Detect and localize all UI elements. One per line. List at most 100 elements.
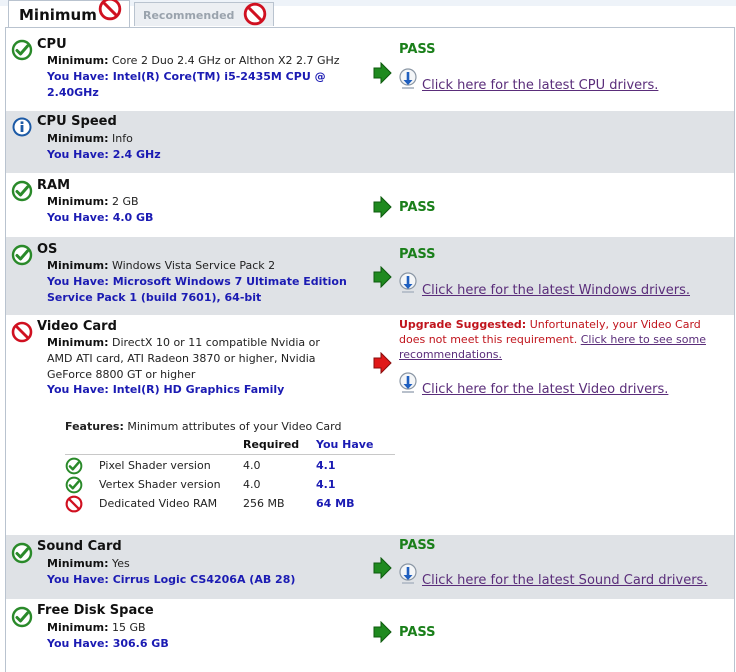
video-drivers-link[interactable]: Click here for the latest Video drivers. [422,382,668,397]
tab-recommended[interactable]: Recommended [134,2,274,26]
cpu-pass-status: PASS [399,42,436,57]
disk-minimum-value: 15 GB [111,621,146,634]
check-circle-icon [11,244,33,266]
feature-row: Dedicated Video RAM 256 MB 64 MB [65,495,395,514]
cpu-speed-minimum: Minimum: Info [47,131,133,147]
ram-title: RAM [37,178,71,193]
feature-required: 4.0 [243,459,261,472]
feature-have: 4.1 [316,478,336,491]
os-minimum-value: Windows Vista Service Pack 2 [111,259,276,272]
cpu-speed-have-value: 2.4 GHz [112,148,161,161]
disk-pass-status: PASS [399,625,436,640]
cpu-speed-row: CPU Speed Minimum: Info You Have: 2.4 GH… [6,111,734,173]
upgrade-suggested-label: Upgrade Suggested: [399,318,527,331]
video-minimum-cont-1: AMD ATI card, ATI Radeon 3870 or higher,… [47,352,316,365]
no-entry-icon [65,495,83,513]
recommendations-link-cont[interactable]: recommendations. [399,348,502,361]
cpu-have-cont: 2.40GHz [47,86,99,99]
check-circle-icon [65,457,83,475]
minimum-label: Minimum: [47,557,109,570]
ram-you-have: You Have: 4.0 GB [47,210,153,226]
ram-minimum-value: 2 GB [111,195,139,208]
upgrade-text-1: Unfortunately, your Video Card [529,318,701,331]
feature-have: 4.1 [316,459,336,472]
table-divider [65,454,395,455]
feature-have: 64 MB [316,497,355,510]
cpu-have-value: Intel(R) Core(TM) i5-2435M CPU @ [112,70,326,83]
feature-name: Pixel Shader version [99,459,211,472]
no-entry-icon [98,0,122,21]
you-have-label: You Have: [47,637,109,650]
cpu-speed-minimum-value: Info [111,132,133,145]
cpu-row: CPU Minimum: Core 2 Duo 2.4 GHz or Altho… [6,36,734,106]
disk-title: Free Disk Space [37,603,154,618]
check-circle-icon [65,476,83,494]
disk-you-have: You Have: 306.6 GB [47,636,169,652]
cpu-speed-title: CPU Speed [37,114,117,129]
green-arrow-icon [372,621,392,643]
feature-name: Dedicated Video RAM [99,497,218,510]
os-title: OS [37,242,58,257]
video-minimum: Minimum: DirectX 10 or 11 compatible Nvi… [47,335,320,351]
check-circle-icon [11,606,33,628]
minimum-label: Minimum: [47,132,109,145]
sound-minimum-value: Yes [111,557,130,570]
tab-bar: Minimum Recommended [0,0,736,28]
download-icon[interactable] [399,68,419,92]
minimum-label: Minimum: [47,259,109,272]
green-arrow-icon [372,557,392,579]
tab-minimum[interactable]: Minimum [8,0,130,28]
os-drivers-link[interactable]: Click here for the latest Windows driver… [422,283,690,298]
feature-row: Pixel Shader version 4.0 4.1 [65,457,395,476]
check-circle-icon [11,180,33,202]
ram-row: RAM Minimum: 2 GB You Have: 4.0 GB PASS [6,174,734,234]
feature-required: 4.0 [243,478,261,491]
you-have-label: You Have: [47,70,109,83]
video-have-value: Intel(R) HD Graphics Family [112,383,285,396]
video-title: Video Card [37,319,117,334]
os-have-value: Microsoft Windows 7 Ultimate Edition [112,275,347,288]
cpu-minimum-value: Core 2 Duo 2.4 GHz or Althon X2 2.7 GHz [111,54,340,67]
green-arrow-icon [372,62,392,84]
feature-required: 256 MB [243,497,285,510]
you-have-label: You Have: [47,275,109,288]
cpu-drivers-link[interactable]: Click here for the latest CPU drivers. [422,78,658,93]
tab-minimum-label: Minimum [19,6,97,24]
os-row: OS Minimum: Windows Vista Service Pack 2… [6,237,734,315]
red-arrow-icon [372,352,392,374]
os-you-have: You Have: Microsoft Windows 7 Ultimate E… [47,274,347,290]
feature-name: Vertex Shader version [99,478,221,491]
green-arrow-icon [372,266,392,288]
video-minimum-cont-2: GeForce 8800 GT or higher [47,368,196,381]
col-you-have: You Have [316,438,374,451]
video-minimum-value: DirectX 10 or 11 compatible Nvidia or [111,336,320,349]
video-you-have: You Have: Intel(R) HD Graphics Family [47,382,284,398]
no-entry-icon [11,321,33,343]
features-label: Features: [65,420,124,433]
sound-title: Sound Card [37,539,122,554]
cpu-minimum: Minimum: Core 2 Duo 2.4 GHz or Althon X2… [47,53,340,69]
sound-you-have: You Have: Cirrus Logic CS4206A (AB 28) [47,572,295,588]
info-icon [11,116,33,138]
you-have-label: You Have: [47,573,109,586]
disk-minimum: Minimum: 15 GB [47,620,146,636]
recommendations-link[interactable]: Click here to see some [581,333,706,346]
download-icon[interactable] [399,272,419,296]
download-icon[interactable] [399,372,419,396]
check-circle-icon [11,542,33,564]
cpu-you-have: You Have: Intel(R) Core(TM) i5-2435M CPU… [47,69,326,85]
video-features: Features: Minimum attributes of your Vid… [65,420,395,433]
minimum-label: Minimum: [47,195,109,208]
minimum-label: Minimum: [47,54,109,67]
download-icon[interactable] [399,563,419,587]
sound-drivers-link[interactable]: Click here for the latest Sound Card dri… [422,573,707,588]
ram-minimum: Minimum: 2 GB [47,194,139,210]
col-required: Required [243,438,300,451]
os-minimum: Minimum: Windows Vista Service Pack 2 [47,258,275,274]
os-have-cont: Service Pack 1 (build 7601), 64-bit [47,291,262,304]
disk-have-value: 306.6 GB [112,637,169,650]
upgrade-text-2: does not meet this requirement. [399,333,578,346]
ram-pass-status: PASS [399,200,436,215]
you-have-label: You Have: [47,211,109,224]
sound-pass-status: PASS [399,538,436,553]
